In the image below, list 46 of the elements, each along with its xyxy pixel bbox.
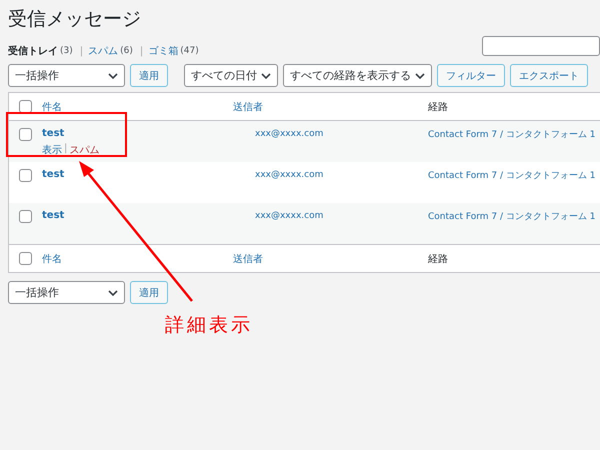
- checkbox[interactable]: [19, 169, 32, 182]
- page-title: 受信メッセージ: [8, 7, 142, 32]
- row-action-link[interactable]: 表示: [42, 143, 62, 157]
- column-header: 経路: [428, 102, 448, 112]
- sender-email[interactable]: xxx@xxxx.com: [255, 129, 324, 139]
- column-header[interactable]: 送信者: [233, 102, 263, 112]
- caret-icon: [108, 72, 118, 78]
- view-count: (6): [120, 46, 133, 56]
- dropdown[interactable]: 一括操作: [8, 64, 125, 87]
- checkbox[interactable]: [19, 252, 32, 265]
- caret-icon: [415, 72, 425, 78]
- view-link[interactable]: ゴミ箱: [148, 44, 178, 58]
- export-button[interactable]: エクスポート: [510, 64, 588, 87]
- separator: |: [64, 143, 68, 156]
- apply-button[interactable]: 適用: [130, 281, 168, 304]
- filter-button[interactable]: フィルター: [437, 64, 505, 87]
- subject-link[interactable]: test: [42, 210, 64, 221]
- caret-icon: [108, 290, 118, 296]
- annotation-label: 詳細表示: [165, 313, 253, 338]
- search-field[interactable]: [482, 36, 600, 56]
- route-link[interactable]: Contact Form 7 / コンタクトフォーム 1: [428, 212, 596, 222]
- column-header: 経路: [428, 254, 448, 264]
- column-header[interactable]: 送信者: [233, 254, 263, 264]
- dropdown[interactable]: すべての日付: [184, 64, 278, 87]
- row-action-link[interactable]: スパム: [69, 143, 100, 157]
- subject-link[interactable]: test: [42, 169, 64, 180]
- view-count: (3): [60, 46, 73, 56]
- view-count: (47): [180, 46, 199, 56]
- sender-email[interactable]: xxx@xxxx.com: [255, 211, 324, 221]
- route-link[interactable]: Contact Form 7 / コンタクトフォーム 1: [428, 130, 596, 140]
- separator: |: [80, 46, 84, 56]
- caret-icon: [261, 72, 271, 78]
- view-link[interactable]: 受信トレイ: [8, 44, 58, 58]
- checkbox[interactable]: [19, 128, 32, 141]
- dropdown[interactable]: すべての経路を表示する: [283, 64, 432, 87]
- checkbox[interactable]: [19, 210, 32, 223]
- checkbox[interactable]: [19, 100, 32, 113]
- apply-button[interactable]: 適用: [130, 64, 168, 87]
- column-header[interactable]: 件名: [42, 254, 62, 264]
- view-link[interactable]: スパム: [88, 44, 118, 58]
- route-link[interactable]: Contact Form 7 / コンタクトフォーム 1: [428, 171, 596, 181]
- column-header[interactable]: 件名: [42, 102, 62, 112]
- sender-email[interactable]: xxx@xxxx.com: [255, 170, 324, 180]
- subject-link[interactable]: test: [42, 128, 64, 139]
- separator: |: [140, 46, 144, 56]
- dropdown[interactable]: 一括操作: [8, 281, 125, 304]
